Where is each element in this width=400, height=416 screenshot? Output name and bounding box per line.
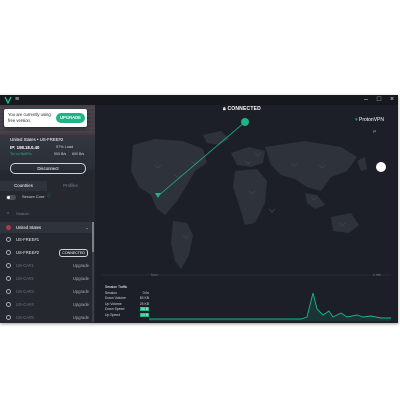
search-bar[interactable]: ⌕ Search [0,209,95,219]
cursor-indicator [376,162,386,172]
stat-label: Down Speed [105,307,125,311]
profile-button[interactable]: P [373,129,376,134]
country-list: United States ⌄ US-FREE#1 US-FREE#2 CONN… [0,222,92,323]
minimize-button[interactable]: – [360,95,372,105]
list-item[interactable]: US-CA#1 Upgrade [0,259,92,272]
list-item[interactable]: US-CA#3 Upgrade [0,285,92,298]
popup-text: You are currently using free version. [8,112,51,123]
upload-speed: 600 B/s [72,152,85,156]
download-speed: 500 B/s [54,152,67,156]
connection-stats: Tel on NetFlix 500 B/s 600 B/s [10,152,90,156]
connected-server-marker[interactable] [241,118,249,126]
secure-core-toggle[interactable] [6,195,16,200]
maximize-button[interactable]: □ [373,95,385,105]
stat-label: Session Traffic [105,285,128,289]
stat-label: Up Speed [105,312,121,317]
brand-label: ProtonVPN [358,117,384,123]
server-icon [6,263,11,268]
server-name: US-CA#1 [16,263,34,268]
ip-address: IP: 198.18.0.40 [10,145,40,150]
session-stats: Session Traffic Session 0:0s Down Volume… [105,285,149,318]
scrollbar-thumb[interactable] [92,222,94,252]
disconnect-button[interactable]: Disconnect [10,163,86,174]
search-input[interactable]: Search [16,211,29,216]
list-item[interactable]: US-CA#5 Upgrade [0,311,92,323]
stat-label: Up Volume [105,301,122,306]
stat-value: 50 B [140,307,149,311]
server-icon [6,315,11,320]
connected-badge[interactable]: CONNECTED [59,249,88,257]
secure-core-row: Secure Core ⓘ [0,193,95,203]
server-icon [6,276,11,281]
server-icon [6,302,11,307]
protonvpn-brand: ▾ ProtonVPN [355,117,384,123]
server-icon [6,289,11,294]
connection-status: 🔒︎ CONNECTED [223,106,261,112]
upgrade-link[interactable]: Upgrade [73,272,89,285]
stat-value: 13 B [140,312,149,317]
list-item[interactable]: US-FREE#1 [0,233,92,246]
tab-profiles[interactable]: Profiles [47,181,94,191]
upgrade-link[interactable]: Upgrade [73,285,89,298]
tab-countries[interactable]: Countries [0,181,47,191]
connected-label: CONNECTED [227,106,261,112]
protocol-label: Tel on NetFlix [10,152,32,156]
server-name: US-CA#2 [16,276,34,281]
search-icon: ⌕ [7,210,10,215]
stat-row: Up Speed 13 B [105,312,149,319]
title-bar: ≡ – □ × [0,95,398,105]
close-button[interactable]: × [386,95,398,105]
vpn-window: ≡ – □ × You are currently using free ver… [0,95,398,323]
sidebar-tabs: Countries Profiles [0,181,95,191]
scrollbar[interactable] [92,222,94,322]
server-name: US-FREE#1 [16,237,40,242]
stat-value: 0:0s [142,290,149,295]
connection-panel: You are currently using free version. UP… [0,105,95,174]
stat-label: Session [105,290,118,295]
secure-core-label: Secure Core [22,194,45,199]
protonvpn-logo-icon: ▾ [355,117,358,123]
server-icon [6,250,11,255]
list-item[interactable]: US-CA#2 Upgrade [0,272,92,285]
sidebar: You are currently using free version. UP… [0,105,95,323]
profile-label: P [373,129,376,134]
server-name: United States • US-FREE#2 [10,137,64,142]
upgrade-link[interactable]: Upgrade [73,311,89,323]
server-name: US-CA#5 [16,315,34,320]
server-name: US-FREE#2 [16,250,40,255]
server-icon [6,237,11,242]
country-name: United States [16,225,42,230]
lock-icon: 🔒︎ [223,106,226,112]
free-version-popup: You are currently using free version. UP… [4,109,87,127]
us-flag-icon [6,225,11,230]
upgrade-link[interactable]: Upgrade [73,259,89,272]
stat-value: 25 KB [139,301,149,306]
server-name: US-CA#3 [16,289,34,294]
map-area: 🔒︎ CONNECTED ▾ ProtonVPN P Now 1 min Ses… [95,105,398,323]
chevron-down-icon[interactable]: ⌄ [85,222,89,233]
upgrade-link[interactable]: Upgrade [73,298,89,311]
upgrade-button[interactable]: UPGRADE [56,113,85,123]
protonvpn-logo-icon [4,96,12,104]
list-item[interactable]: United States ⌄ [0,222,92,233]
server-load: 97% Load [56,145,74,149]
menu-icon[interactable]: ≡ [15,96,19,104]
stat-value: 83 KB [139,296,149,300]
list-item[interactable]: US-FREE#2 CONNECTED [0,246,92,259]
stat-label: Down Volume [105,296,126,300]
list-item[interactable]: US-CA#4 Upgrade [0,298,92,311]
server-name: US-CA#4 [16,302,34,307]
info-icon[interactable]: ⓘ [47,193,51,199]
